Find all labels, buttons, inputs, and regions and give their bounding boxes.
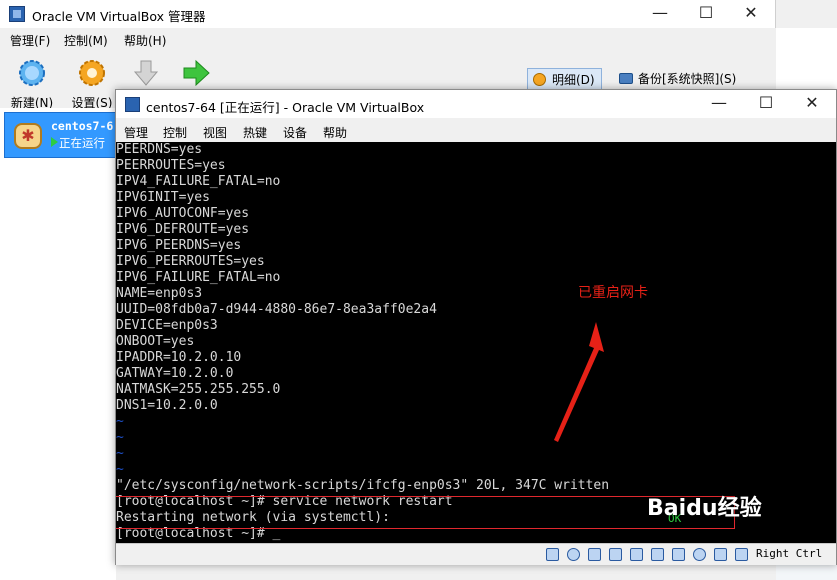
console-line: DNS1=10.2.0.0 [116,398,218,413]
discard-arrow-icon [133,60,159,86]
console-line: IPV6_PEERROUTES=yes [116,254,265,269]
console-line: IPV6_FAILURE_FATAL=no [116,270,281,285]
vm-menu-devices[interactable]: 设备 [283,124,307,141]
console-line: ~ [116,446,124,461]
console-line: NATMASK=255.255.255.0 [116,382,281,397]
discard-button[interactable] [122,58,170,92]
mouse-integration-icon[interactable] [714,548,727,561]
vm-menu-help[interactable]: 帮助 [323,124,347,141]
console-line: IPV6_AUTOCONF=yes [116,206,250,221]
console-line: ~ [116,430,124,445]
start-button[interactable] [172,58,220,92]
console-line: IPV4_FAILURE_FATAL=no [116,174,281,189]
usb-icon[interactable] [588,548,601,561]
menu-help[interactable]: 帮助(H) [124,32,166,49]
vm-list-panel: ✱ centos7-6 正在运行 [0,108,116,580]
console-line: IPADDR=10.2.0.10 [116,350,242,365]
vm-menu-manage[interactable]: 管理 [124,124,148,141]
console-line: ~ [116,414,124,429]
details-header-area [776,28,837,90]
annotation-text: 已重启网卡 [578,285,648,301]
vm-maximize-button[interactable]: ☐ [743,90,789,118]
shared-folder-icon[interactable] [630,548,643,561]
virtualbox-logo-icon [9,6,25,22]
running-arrow-icon [51,137,58,147]
manager-title-bar: Oracle VM VirtualBox 管理器 — ☐ ✕ [0,0,776,28]
vm-menu-bar: 管理 控制 视图 热键 设备 帮助 [116,118,836,142]
vm-window-title: centos7-64 [正在运行] - Oracle VM VirtualBox [146,100,425,115]
console-line: ONBOOT=yes [116,334,195,349]
menu-control[interactable]: 控制(M) [64,32,108,49]
vm-state: 正在运行 [59,136,105,150]
vm-menu-control[interactable]: 控制 [163,124,187,141]
manager-title: Oracle VM VirtualBox 管理器 [32,9,206,24]
vm-close-button[interactable]: ✕ [789,90,835,118]
minimize-button[interactable]: — [637,0,683,28]
cpu-icon[interactable] [693,548,706,561]
console-line: NAME=enp0s3 [116,286,203,301]
details-gear-icon [533,73,546,86]
console-line: IPV6INIT=yes [116,190,210,205]
vm-status-bar: Right Ctrl [116,543,836,565]
console-line: PEERROUTES=yes [116,158,226,173]
maximize-button[interactable]: ☐ [683,0,729,28]
settings-gear-icon [79,60,105,86]
snapshots-label: 备份[系统快照](S) [638,72,737,86]
start-arrow-icon [183,59,210,87]
details-button[interactable]: 明细(D) [527,68,602,90]
console-line: DEVICE=enp0s3 [116,318,218,333]
watermark: Baidu经验 [647,496,762,521]
close-button[interactable]: ✕ [728,0,774,28]
menu-manage[interactable]: 管理(F) [10,32,50,49]
vm-name: centos7-6 [51,119,114,133]
console-line: IPV6_PEERDNS=yes [116,238,242,253]
vm-minimize-button[interactable]: — [696,90,742,118]
console-line: PEERDNS=yes [116,142,203,157]
manager-menu-bar: 管理(F) 控制(M) 帮助(H) [0,28,575,50]
console-line: GATWAY=10.2.0.0 [116,366,234,381]
console-line: UUID=08fdb0a7-d944-4880-86e7-8ea3aff0e2a… [116,302,437,317]
details-label: 明细(D) [552,73,595,87]
highlight-box [116,496,735,529]
new-button[interactable]: 新建(N) [8,58,56,111]
display-icon[interactable] [651,548,664,561]
vm-list-item[interactable]: ✱ centos7-6 正在运行 [4,112,116,158]
hdd-icon[interactable] [546,548,559,561]
settings-button[interactable]: 设置(S) [68,58,116,111]
centos-vm-icon: ✱ [14,123,42,149]
new-gear-icon [19,60,45,86]
network-icon[interactable] [609,548,622,561]
vm-console-screen[interactable]: PEERDNS=yes PEERROUTES=yes IPV4_FAILURE_FA… [116,142,836,543]
vm-menu-hotkey[interactable]: 热键 [243,124,267,141]
annotation-arrow-icon [554,322,604,442]
console-line: ~ [116,462,124,477]
recording-icon[interactable] [672,548,685,561]
host-key-label: Right Ctrl [756,547,823,560]
snapshots-button[interactable]: 备份[系统快照](S) [614,68,742,90]
vm-menu-view[interactable]: 视图 [203,124,227,141]
vm-window-logo-icon [125,97,140,112]
console-line: "/etc/sysconfig/network-scripts/ifcfg-en… [116,478,610,493]
console-line: IPV6_DEFROUTE=yes [116,222,250,237]
vm-title-bar: centos7-64 [正在运行] - Oracle VM VirtualBox… [116,90,836,118]
camera-icon [619,73,633,84]
keyboard-capture-icon[interactable] [735,548,748,561]
optical-drive-icon[interactable] [567,548,580,561]
